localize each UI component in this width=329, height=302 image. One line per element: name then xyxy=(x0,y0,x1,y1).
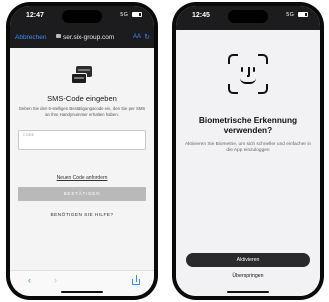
url-text: ser.six-group.com xyxy=(63,34,115,41)
cards-icon xyxy=(68,64,96,86)
browser-bar: Abbrechen ser.six-group.com AA ↻ xyxy=(10,30,154,48)
lock-icon xyxy=(56,34,61,39)
share-icon[interactable] xyxy=(132,275,140,285)
home-indicator xyxy=(227,290,269,293)
url-bar[interactable]: ser.six-group.com xyxy=(56,34,128,41)
cancel-button[interactable]: Abbrechen xyxy=(15,34,46,41)
phone-left: 12:47 5G Abbrechen ser.six-group.com AA … xyxy=(6,2,158,300)
chevron-left-icon[interactable]: ‹ xyxy=(28,275,31,285)
status-icons: 5G xyxy=(286,12,308,18)
code-input[interactable]: CODE xyxy=(18,130,146,150)
screen-right: 12:45 5G Biometrische Erkennung verwende… xyxy=(176,6,320,296)
skip-link[interactable]: Überspringen xyxy=(176,273,320,279)
phone-right: 12:45 5G Biometrische Erkennung verwende… xyxy=(172,2,324,300)
code-label: CODE xyxy=(23,133,35,137)
screen-left: 12:47 5G Abbrechen ser.six-group.com AA … xyxy=(10,6,154,296)
browser-toolbar: ‹ › xyxy=(10,270,154,296)
face-id-icon xyxy=(228,54,268,94)
status-time: 12:47 xyxy=(26,12,44,19)
status-bar: 12:45 5G xyxy=(176,6,320,30)
reload-icon[interactable]: ↻ xyxy=(144,33,150,41)
dynamic-island xyxy=(62,10,102,23)
biometric-description: Aktivieren Sie Biometrie, um sich schnel… xyxy=(184,142,312,154)
dynamic-island xyxy=(228,10,268,23)
sms-title: SMS-Code eingeben xyxy=(47,94,117,103)
activate-button[interactable]: Aktivieren xyxy=(186,253,310,267)
biometric-page: Biometrische Erkennung verwenden? Aktivi… xyxy=(176,30,320,296)
chevron-right-icon[interactable]: › xyxy=(54,275,57,285)
status-time: 12:45 xyxy=(192,12,210,19)
text-size-button[interactable]: AA xyxy=(133,34,141,40)
help-link[interactable]: BENÖTIGEN SIE HILFE? xyxy=(10,213,154,218)
confirm-button[interactable]: BESTÄTIGEN xyxy=(18,187,146,201)
new-code-link[interactable]: Neuen Code anfordern xyxy=(10,175,154,181)
status-bar: 12:47 5G xyxy=(10,6,154,30)
status-icons: 5G xyxy=(120,12,142,18)
signal-label: 5G xyxy=(286,12,295,18)
sms-description: Geben Sie den 6-stelligen Bestätigungsco… xyxy=(18,106,146,117)
battery-icon xyxy=(132,12,142,18)
signal-label: 5G xyxy=(120,12,129,18)
battery-icon xyxy=(298,12,308,18)
biometric-title: Biometrische Erkennung verwenden? xyxy=(198,115,298,135)
sms-page: SMS-Code eingeben Geben Sie den 6-stelli… xyxy=(10,48,154,270)
home-indicator xyxy=(61,290,103,293)
